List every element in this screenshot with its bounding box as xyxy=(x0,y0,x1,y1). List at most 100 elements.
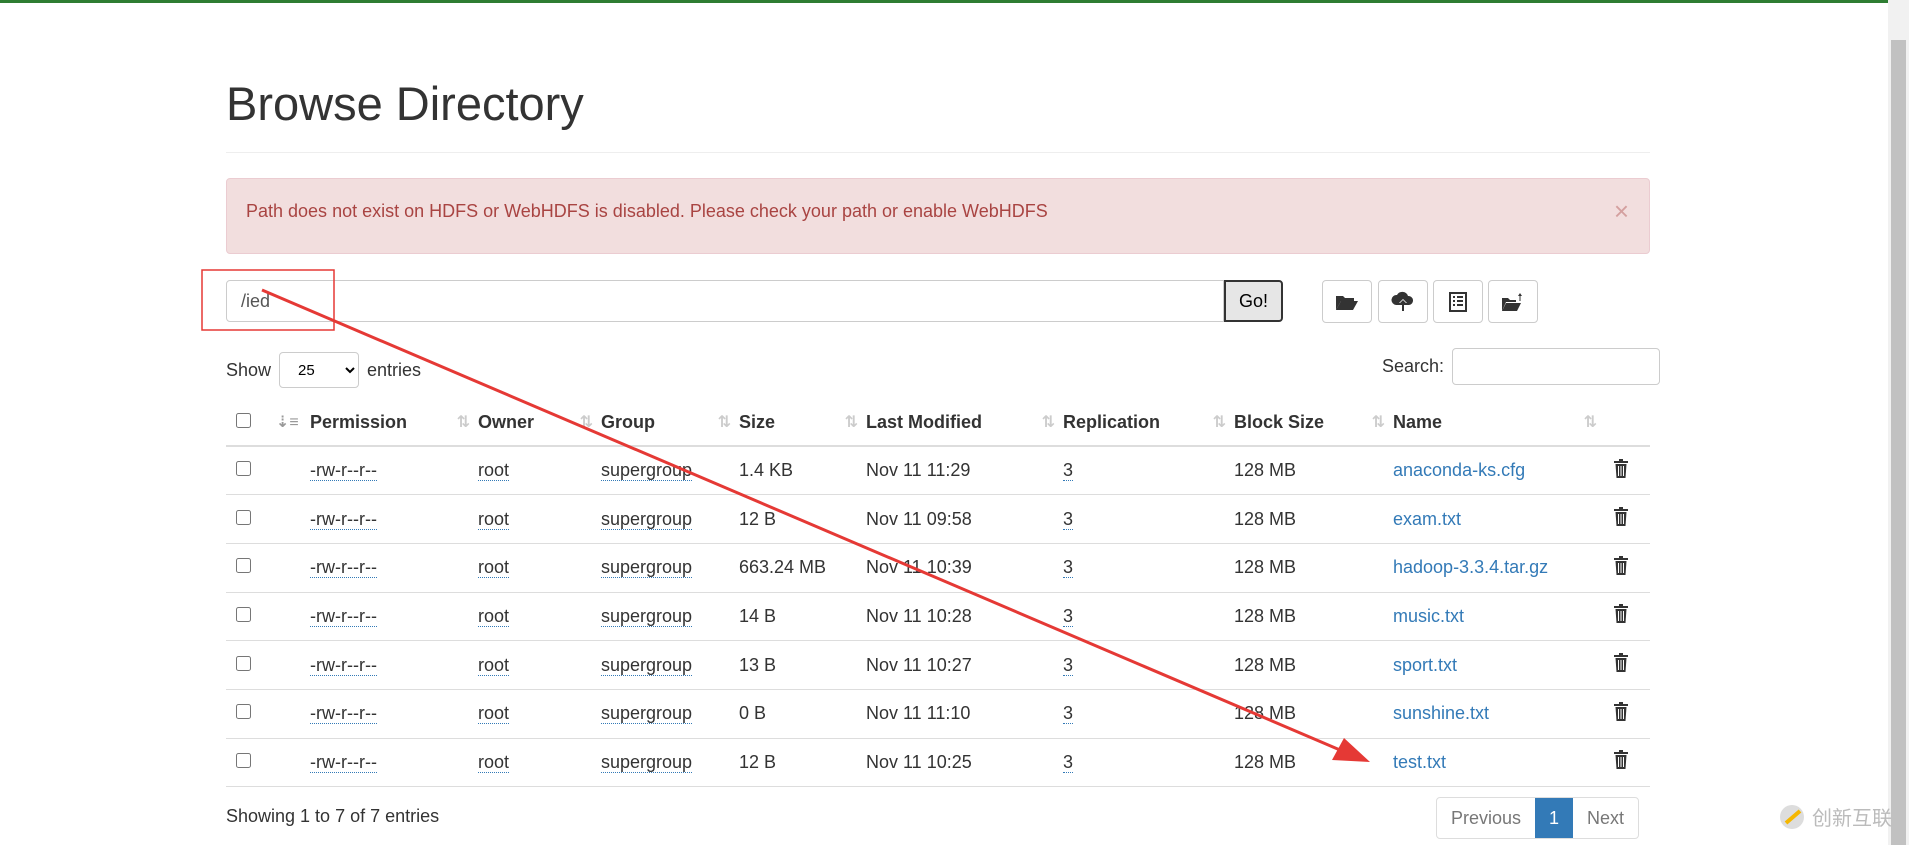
file-name-link[interactable]: hadoop-3.3.4.tar.gz xyxy=(1393,557,1548,577)
file-name-link[interactable]: music.txt xyxy=(1393,606,1464,626)
next-button[interactable]: Next xyxy=(1573,798,1638,838)
replication[interactable]: 3 xyxy=(1063,460,1074,482)
previous-button[interactable]: Previous xyxy=(1437,798,1535,838)
trash-icon[interactable] xyxy=(1613,701,1629,721)
group[interactable]: supergroup xyxy=(601,605,693,627)
table-row: -rw-r--r-- root supergroup 0 B Nov 11 11… xyxy=(226,689,1650,739)
owner[interactable]: root xyxy=(478,508,510,530)
group[interactable]: supergroup xyxy=(601,508,693,530)
list-icon xyxy=(1449,291,1467,312)
permission[interactable]: -rw-r--r-- xyxy=(310,605,377,627)
list-view-button[interactable] xyxy=(1433,280,1483,323)
permission[interactable]: -rw-r--r-- xyxy=(310,508,377,530)
replication[interactable]: 3 xyxy=(1063,508,1074,530)
search-input[interactable] xyxy=(1452,348,1661,385)
col-permission[interactable]: Permission ⇅ xyxy=(310,400,478,447)
create-directory-button[interactable] xyxy=(1322,280,1372,323)
folder-upload-icon xyxy=(1502,292,1522,311)
permission[interactable]: -rw-r--r-- xyxy=(310,751,377,773)
entries-length: Show 25 entries xyxy=(226,352,421,388)
sort-icon[interactable]: ⇅ xyxy=(457,412,470,432)
sort-icon[interactable]: ⇅ xyxy=(1042,412,1055,432)
go-button[interactable]: Go! xyxy=(1224,280,1283,322)
owner[interactable]: root xyxy=(478,557,510,579)
table-row: -rw-r--r-- root supergroup 14 B Nov 11 1… xyxy=(226,592,1650,642)
sort-icon[interactable]: ⇅ xyxy=(1213,412,1226,432)
owner[interactable]: root xyxy=(478,654,510,676)
last-modified: Nov 11 10:39 xyxy=(866,543,1063,593)
scrollbar-thumb[interactable] xyxy=(1891,40,1906,845)
col-group[interactable]: Group ⇅ xyxy=(601,400,739,447)
group[interactable]: supergroup xyxy=(601,751,693,773)
last-modified: Nov 11 11:29 xyxy=(866,446,1063,496)
replication[interactable]: 3 xyxy=(1063,605,1074,627)
group[interactable]: supergroup xyxy=(601,703,693,725)
file-name-link[interactable]: anaconda-ks.cfg xyxy=(1393,460,1525,480)
sort-icon[interactable]: ⇅ xyxy=(1584,412,1597,432)
cut-paste-button[interactable] xyxy=(1488,280,1538,323)
row-checkbox[interactable] xyxy=(236,704,251,720)
select-all-checkbox[interactable] xyxy=(236,413,251,428)
size: 0 B xyxy=(739,689,866,739)
row-checkbox[interactable] xyxy=(236,752,251,768)
col-last-modified[interactable]: Last Modified ⇅ xyxy=(866,400,1063,447)
trash-icon[interactable] xyxy=(1613,653,1629,673)
size: 13 B xyxy=(739,640,866,690)
col-block-size[interactable]: Block Size ⇅ xyxy=(1234,400,1393,447)
file-name-link[interactable]: exam.txt xyxy=(1393,509,1461,529)
column-label: Owner xyxy=(478,412,535,432)
sort-icon[interactable]: ⇅ xyxy=(580,412,593,432)
file-name-link[interactable]: test.txt xyxy=(1393,752,1446,772)
entries-select[interactable]: 25 xyxy=(279,352,360,388)
permission[interactable]: -rw-r--r-- xyxy=(310,460,377,482)
size: 1.4 KB xyxy=(739,446,866,496)
row-checkbox[interactable] xyxy=(236,558,251,574)
owner[interactable]: root xyxy=(478,751,510,773)
replication[interactable]: 3 xyxy=(1063,557,1074,579)
group[interactable]: supergroup xyxy=(601,460,693,482)
trash-icon[interactable] xyxy=(1613,458,1629,478)
group[interactable]: supergroup xyxy=(601,654,693,676)
path-input[interactable] xyxy=(226,280,1224,322)
trash-icon[interactable] xyxy=(1613,750,1629,770)
row-checkbox[interactable] xyxy=(236,606,251,622)
permission[interactable]: -rw-r--r-- xyxy=(310,703,377,725)
page-1-button[interactable]: 1 xyxy=(1535,798,1574,838)
sort-icon[interactable]: ⇣≡ xyxy=(276,412,302,432)
page-title: Browse Directory xyxy=(226,77,584,130)
column-label: Name xyxy=(1393,412,1443,432)
size: 12 B xyxy=(739,738,866,788)
scrollbar[interactable] xyxy=(1888,0,1909,845)
col-size[interactable]: Size ⇅ xyxy=(739,400,866,447)
row-checkbox[interactable] xyxy=(236,509,251,525)
upload-button[interactable] xyxy=(1378,280,1428,323)
table-row: -rw-r--r-- root supergroup 663.24 MB Nov… xyxy=(226,543,1650,593)
replication[interactable]: 3 xyxy=(1063,703,1074,725)
sort-icon[interactable]: ⇅ xyxy=(718,412,731,432)
sort-icon[interactable]: ⇅ xyxy=(1372,412,1385,432)
sort-icon[interactable]: ⇅ xyxy=(845,412,858,432)
file-name-link[interactable]: sport.txt xyxy=(1393,655,1457,675)
last-modified: Nov 11 10:25 xyxy=(866,738,1063,788)
owner[interactable]: root xyxy=(478,605,510,627)
top-border xyxy=(0,0,1888,3)
owner[interactable]: root xyxy=(478,460,510,482)
table-info: Showing 1 to 7 of 7 entries xyxy=(226,806,440,826)
replication[interactable]: 3 xyxy=(1063,654,1074,676)
close-icon[interactable]: × xyxy=(1614,198,1629,224)
trash-icon[interactable] xyxy=(1613,555,1629,575)
row-checkbox[interactable] xyxy=(236,655,251,671)
permission[interactable]: -rw-r--r-- xyxy=(310,654,377,676)
col-replication[interactable]: Replication ⇅ xyxy=(1063,400,1234,447)
trash-icon[interactable] xyxy=(1613,507,1629,527)
size: 14 B xyxy=(739,592,866,642)
replication[interactable]: 3 xyxy=(1063,751,1074,773)
group[interactable]: supergroup xyxy=(601,557,693,579)
file-name-link[interactable]: sunshine.txt xyxy=(1393,703,1489,723)
owner[interactable]: root xyxy=(478,703,510,725)
trash-icon[interactable] xyxy=(1613,604,1629,624)
col-owner[interactable]: Owner ⇅ xyxy=(478,400,601,447)
col-name[interactable]: Name ⇅ xyxy=(1393,400,1605,447)
permission[interactable]: -rw-r--r-- xyxy=(310,557,377,579)
row-checkbox[interactable] xyxy=(236,461,251,477)
